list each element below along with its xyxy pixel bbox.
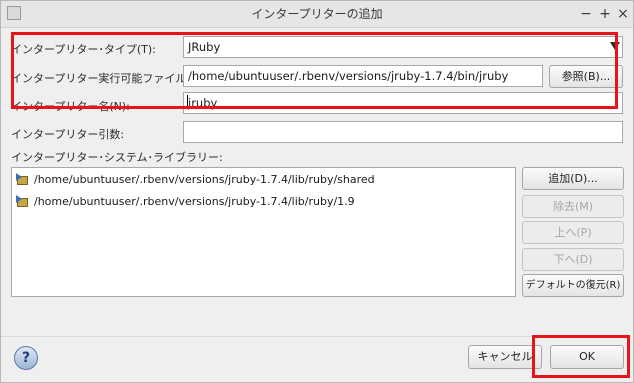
close-icon[interactable]: × [615, 5, 631, 23]
maximize-icon[interactable]: + [597, 5, 613, 23]
move-up-button[interactable]: 上へ(P) [522, 221, 624, 244]
add-interpreter-dialog: インタープリターの追加 − + × インタープリター･タイプ(T): JRuby… [0, 0, 634, 383]
system-library-label: インタープリター･システム･ライブラリー: [11, 151, 223, 164]
cancel-button[interactable]: キャンセル [468, 345, 542, 369]
interpreter-args-field[interactable] [183, 121, 623, 143]
highlight-box-form-fields [11, 32, 618, 109]
list-item[interactable]: /home/ubuntuuser/.rbenv/versions/jruby-1… [16, 171, 375, 189]
library-path: /home/ubuntuuser/.rbenv/versions/jruby-1… [34, 195, 355, 208]
minimize-icon[interactable]: − [578, 5, 594, 23]
jar-library-icon [16, 173, 29, 187]
restore-default-button[interactable]: デフォルトの復元(R) [522, 274, 624, 297]
system-library-list[interactable]: /home/ubuntuuser/.rbenv/versions/jruby-1… [11, 167, 516, 297]
help-icon[interactable]: ? [14, 346, 38, 370]
title-bar: インタープリターの追加 − + × [1, 1, 633, 28]
library-path: /home/ubuntuuser/.rbenv/versions/jruby-1… [34, 173, 375, 186]
add-library-button[interactable]: 追加(D)... [522, 167, 624, 190]
remove-library-button[interactable]: 除去(M) [522, 195, 624, 218]
window-title: インタープリターの追加 [251, 7, 383, 21]
highlight-box-ok-button [532, 335, 630, 378]
move-down-button[interactable]: 下へ(D) [522, 248, 624, 271]
interpreter-args-label: インタープリター引数: [11, 128, 125, 141]
list-item[interactable]: /home/ubuntuuser/.rbenv/versions/jruby-1… [16, 193, 355, 211]
jar-library-icon [16, 195, 29, 209]
